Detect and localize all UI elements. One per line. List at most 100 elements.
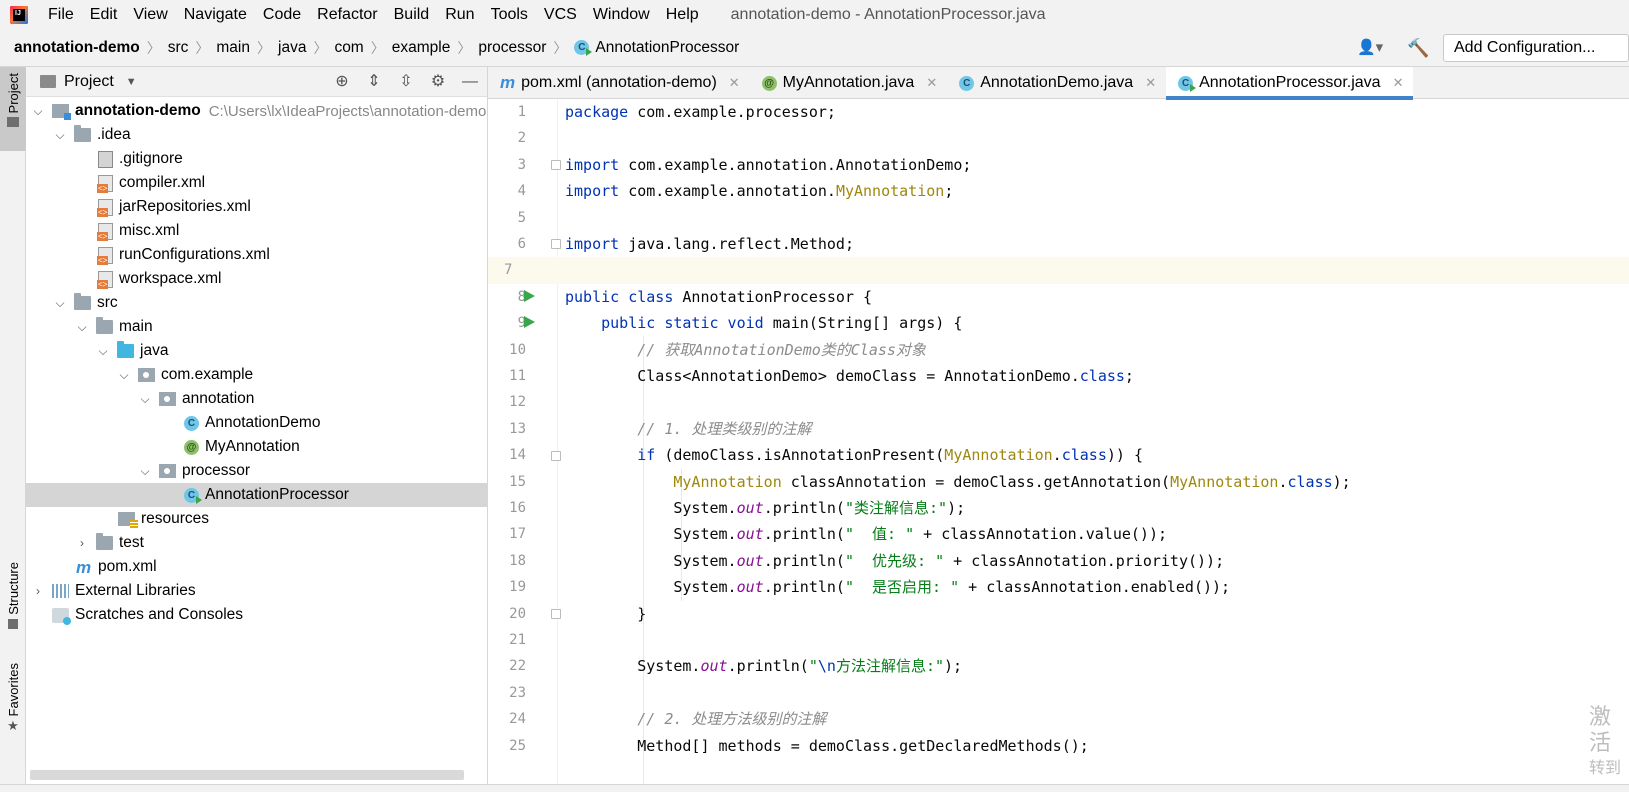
tree-item-label: compiler.xml	[119, 174, 206, 191]
menu-window[interactable]: Window	[585, 0, 658, 29]
tree-item-pom-xml[interactable]: . m pom.xml	[26, 555, 487, 579]
menu-refactor[interactable]: Refactor	[309, 0, 385, 29]
menu-edit[interactable]: Edit	[82, 0, 126, 29]
tree-item-gitignore[interactable]: . .gitignore	[26, 147, 487, 171]
menu-build[interactable]: Build	[386, 0, 438, 29]
horizontal-scrollbar[interactable]	[30, 770, 464, 780]
favorites-tool-button[interactable]: Favorites ★	[0, 663, 26, 743]
project-panel-title[interactable]: Project	[64, 73, 114, 91]
chevron-right-icon[interactable]: ›	[76, 536, 88, 550]
menu-vcs[interactable]: VCS	[536, 0, 585, 29]
menu-help[interactable]: Help	[658, 0, 707, 29]
watermark-line-1: 激活	[1589, 704, 1612, 755]
chevron-down-icon[interactable]: ⌵	[118, 368, 130, 383]
tree-item-main[interactable]: ⌵ main	[26, 315, 487, 339]
menu-file[interactable]: File	[40, 0, 82, 29]
tree-item-src[interactable]: ⌵ src	[26, 291, 487, 315]
tab-annotationdemo[interactable]: C AnnotationDemo.java ✕	[947, 67, 1166, 99]
tree-item-java[interactable]: ⌵ java	[26, 339, 487, 363]
hide-icon[interactable]: —	[461, 73, 479, 91]
code-line: if (demoClass.isAnnotationPresent(MyAnno…	[565, 446, 1143, 465]
chevron-down-icon[interactable]: ⌵	[97, 344, 109, 359]
chevron-down-icon[interactable]: ⌵	[139, 464, 151, 479]
tree-item-runconfigurations-xml[interactable]: . runConfigurations.xml	[26, 243, 487, 267]
tree-item-workspace-xml[interactable]: . workspace.xml	[26, 267, 487, 291]
breadcrumb-processor[interactable]: processor	[473, 39, 551, 57]
run-icon[interactable]	[524, 290, 535, 302]
java-class-icon: C	[184, 415, 199, 431]
tree-item-label: Scratches and Consoles	[75, 606, 244, 623]
chevron-down-icon[interactable]: ⌵	[139, 392, 151, 407]
run-icon[interactable]	[524, 316, 535, 328]
chevron-down-icon[interactable]: ⌵	[32, 104, 44, 119]
line-number: 2	[517, 130, 526, 147]
chevron-down-icon[interactable]: ⌵	[54, 128, 66, 143]
close-icon[interactable]: ✕	[1145, 75, 1156, 91]
expand-all-icon[interactable]: ⇕	[365, 73, 383, 91]
tree-item-resources[interactable]: . resources	[26, 507, 487, 531]
project-panel-header: Project ▼ ⊕ ⇕ ⇳ ⚙ —	[26, 67, 487, 97]
line-number: 23	[509, 684, 526, 701]
folder-icon	[96, 317, 113, 334]
breadcrumb-src[interactable]: src	[163, 39, 194, 57]
chevron-down-icon[interactable]: ⌵	[76, 320, 88, 335]
tree-item-processor[interactable]: ⌵ processor	[26, 459, 487, 483]
breadcrumb-java[interactable]: java	[273, 39, 311, 57]
tree-item-annotationdemo[interactable]: . C AnnotationDemo	[26, 411, 487, 435]
chevron-down-icon[interactable]: ▼	[126, 76, 137, 88]
tree-item-external-libraries[interactable]: › External Libraries	[26, 579, 487, 603]
project-panel: Project ▼ ⊕ ⇕ ⇳ ⚙ — ⌵ annotation-demo C:…	[26, 67, 488, 792]
breadcrumb-main[interactable]: main	[211, 39, 255, 57]
star-icon: ★	[7, 718, 19, 734]
tree-item-annotation[interactable]: ⌵ annotation	[26, 387, 487, 411]
tree-item-test[interactable]: › test	[26, 531, 487, 555]
locate-icon[interactable]: ⊕	[333, 73, 351, 91]
tree-item-scratches[interactable]: . Scratches and Consoles	[26, 603, 487, 627]
tree-item-idea[interactable]: ⌵ .idea	[26, 123, 487, 147]
menu-code[interactable]: Code	[255, 0, 309, 29]
close-icon[interactable]: ✕	[729, 75, 740, 91]
tree-item-root[interactable]: ⌵ annotation-demo C:\Users\lx\IdeaProjec…	[26, 99, 487, 123]
chevron-right-icon: 〉	[553, 39, 568, 56]
close-icon[interactable]: ✕	[926, 75, 937, 91]
chevron-right-icon[interactable]: ›	[32, 584, 44, 598]
tree-item-annotationprocessor[interactable]: . C AnnotationProcessor	[26, 483, 487, 507]
tab-annotationprocessor[interactable]: C AnnotationProcessor.java ✕	[1166, 67, 1414, 100]
tab-myannotation[interactable]: @ MyAnnotation.java ✕	[750, 67, 948, 99]
tree-item-label: test	[119, 534, 144, 551]
menu-view[interactable]: View	[125, 0, 175, 29]
tab-pom-xml[interactable]: m pom.xml (annotation-demo) ✕	[488, 67, 750, 99]
activation-watermark: 激活 转到	[1589, 704, 1629, 782]
structure-tool-button[interactable]: Structure	[0, 562, 26, 642]
line-number: 1	[517, 104, 526, 120]
gear-icon[interactable]: ⚙	[429, 73, 447, 91]
user-icon[interactable]: 👤▾	[1357, 38, 1385, 58]
tree-item-myannotation[interactable]: . @ MyAnnotation	[26, 435, 487, 459]
menu-navigate[interactable]: Navigate	[176, 0, 255, 29]
breadcrumb-example[interactable]: example	[387, 39, 456, 57]
collapse-all-icon[interactable]: ⇳	[397, 73, 415, 91]
tree-item-jarrepositories-xml[interactable]: . jarRepositories.xml	[26, 195, 487, 219]
breadcrumb-class[interactable]: C AnnotationProcessor	[569, 39, 744, 57]
resources-folder-icon	[118, 512, 138, 528]
menu-run[interactable]: Run	[437, 0, 482, 29]
breadcrumb-project[interactable]: annotation-demo	[0, 39, 145, 57]
chevron-down-icon[interactable]: ⌵	[54, 296, 66, 311]
maven-icon: m	[76, 557, 92, 577]
add-configuration-button[interactable]: Add Configuration...	[1443, 34, 1629, 62]
breadcrumb-com[interactable]: com	[329, 39, 368, 57]
tree-item-compiler-xml[interactable]: . compiler.xml	[26, 171, 487, 195]
code-editor[interactable]: package com.example.processor; import co…	[558, 99, 1629, 792]
package-icon	[138, 368, 155, 382]
tree-item-com-example[interactable]: ⌵ com.example	[26, 363, 487, 387]
project-tool-button[interactable]: Project	[0, 67, 26, 151]
tree-item-misc-xml[interactable]: . misc.xml	[26, 219, 487, 243]
tree-item-label: com.example	[161, 366, 254, 383]
xml-file-icon	[97, 270, 113, 289]
menu-tools[interactable]: Tools	[483, 0, 536, 29]
tree-item-label: java	[140, 342, 169, 359]
close-icon[interactable]: ✕	[1393, 75, 1404, 91]
hammer-icon[interactable]: 🔨	[1407, 37, 1429, 59]
folder-icon	[7, 117, 19, 128]
chevron-right-icon: 〉	[257, 39, 271, 56]
